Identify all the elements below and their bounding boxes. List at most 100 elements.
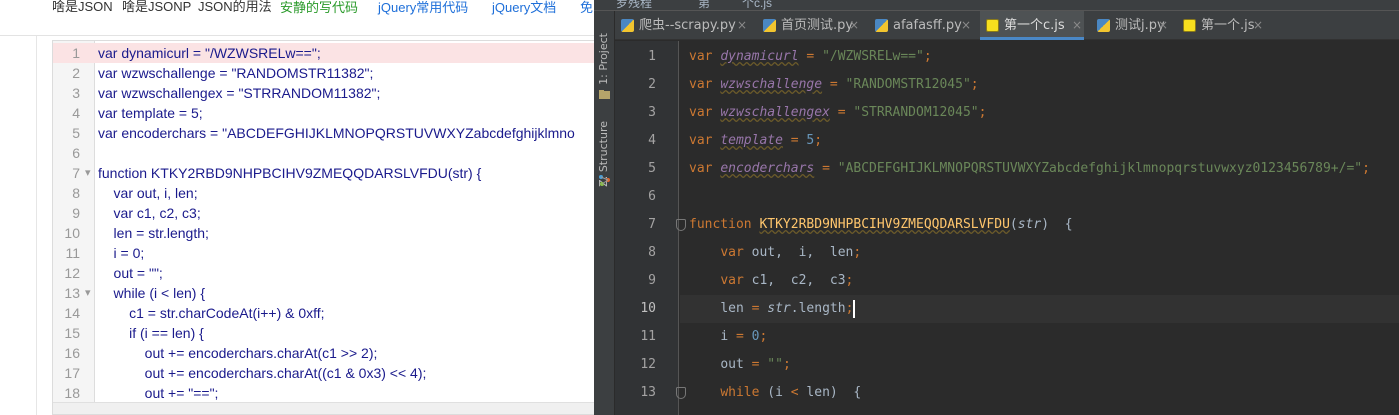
- web-code-line: 12 out = "";: [53, 263, 594, 283]
- web-code-line: 17 out += encoderchars.charAt((c1 & 0x3)…: [53, 363, 594, 383]
- code-token: KTKY2RBD9NHPBCIHV9ZMEQQDARSLVFDU: [759, 217, 1010, 232]
- code-token: len) {: [806, 385, 862, 400]
- nav-link-what-is-json[interactable]: 啥是JSON: [52, 0, 113, 14]
- code-token: "RANDOMSTR12045": [845, 77, 971, 92]
- code-token: (: [1009, 217, 1018, 232]
- editor-tab-label: 第一个.js: [1201, 18, 1255, 33]
- web-code-line: 16 out += encoderchars.charAt(c1 >> 2);: [53, 343, 594, 363]
- code-token: dynamicurl: [720, 49, 799, 64]
- code-token: c1, c2, c3: [751, 273, 846, 288]
- close-tab-icon[interactable]: ×: [961, 11, 971, 40]
- code-token: "STRRANDOM12045": [853, 105, 979, 120]
- close-tab-icon[interactable]: ×: [737, 11, 747, 40]
- code-token: ;: [814, 133, 823, 148]
- close-tab-icon[interactable]: ×: [1072, 11, 1082, 40]
- fold-marker-icon[interactable]: [676, 387, 686, 399]
- web-line-code: var dynamicurl = "/WZWSRELw==";: [98, 45, 321, 61]
- editor-tab[interactable]: 爬虫--scrapy.py ×: [615, 11, 749, 40]
- web-code-line: 11 i = 0;: [53, 243, 594, 263]
- ide-code-line: var c1, c2, c3;: [680, 267, 1399, 295]
- editor-tab-label: afafasff.py: [893, 18, 962, 33]
- nav-link-cut-off[interactable]: 免: [580, 1, 593, 15]
- web-line-number: 12: [64, 265, 80, 281]
- code-token: while: [720, 385, 760, 400]
- ide-line-number: 9: [648, 273, 656, 288]
- web-line-code: while (i < len) {: [98, 285, 205, 301]
- web-line-code: len = str.length;: [98, 225, 209, 241]
- web-editor-hscrollbar[interactable]: [53, 402, 594, 414]
- web-line-code: i = 0;: [98, 245, 145, 261]
- breadcrumb-part: 个c.js: [742, 0, 773, 10]
- web-line-number: 9: [72, 205, 80, 221]
- ide-line-number: 2: [648, 77, 656, 92]
- nav-link-json-usage[interactable]: JSON的用法: [198, 0, 272, 14]
- web-line-number: 7: [72, 165, 80, 181]
- web-code-line: 1 var dynamicurl = "/WZWSRELw==";: [53, 43, 594, 63]
- ide-window: 罗残程 第 个c.js 1: Project Z: Structure 爬虫--…: [594, 0, 1399, 415]
- web-line-code: var out, i, len;: [98, 185, 198, 201]
- editor-tab[interactable]: afafasff.py ×: [869, 11, 973, 40]
- python-file-icon: [875, 19, 888, 32]
- code-token: wzwschallenge: [720, 77, 823, 92]
- folder-icon: [599, 90, 610, 99]
- code-token: "": [767, 357, 783, 372]
- code-token: =: [790, 133, 799, 148]
- web-line-number: 13: [64, 285, 80, 301]
- close-tab-icon[interactable]: ×: [849, 11, 859, 40]
- web-code-line: 4 var template = 5;: [53, 103, 594, 123]
- nav-link-quiet-coding[interactable]: 安静的写代码: [280, 1, 358, 15]
- web-line-code: out = "";: [98, 265, 163, 281]
- web-line-number: 4: [72, 105, 80, 121]
- editor-tab[interactable]: 第一个.js ×: [1177, 11, 1265, 40]
- ide-line-number: 12: [640, 357, 656, 372]
- editor-tab[interactable]: 测试j.py ×: [1091, 11, 1170, 40]
- nav-link-jquery-docs[interactable]: jQuery文档: [492, 1, 556, 15]
- web-line-number: 1: [72, 45, 80, 61]
- web-code-line: 3 var wzwschallengex = "STRRANDOM11382";: [53, 83, 594, 103]
- breadcrumb-part: 罗残程: [616, 0, 653, 10]
- ide-code-line: var encoderchars = "ABCDEFGHIJKLMNOPQRST…: [680, 155, 1399, 183]
- javascript-file-icon: [1183, 19, 1196, 32]
- ide-code-line: function KTKY2RBD9NHPBCIHV9ZMEQQDARSLVFD…: [680, 211, 1399, 239]
- ide-code-area[interactable]: var dynamicurl = "/WZWSRELw=="; var wzwsc…: [680, 41, 1399, 415]
- web-code-editor[interactable]: 1 var dynamicurl = "/WZWSRELw=="; 2 var wzw…: [52, 40, 594, 415]
- editor-tab-label: 爬虫--scrapy.py: [639, 18, 736, 33]
- ide-code-line: var wzwschallenge = "RANDOMSTR12045";: [680, 71, 1399, 99]
- code-token: out: [720, 357, 744, 372]
- editor-tab[interactable]: 第一个c.js ×: [980, 11, 1084, 40]
- nav-link-jquery-snippets[interactable]: jQuery常用代码: [378, 1, 468, 15]
- code-token: =: [822, 161, 830, 176]
- ide-breadcrumb-strip: 罗残程 第 个c.js: [594, 0, 1399, 11]
- ide-line-number: 11: [640, 329, 656, 344]
- close-tab-icon[interactable]: ×: [1158, 11, 1168, 40]
- code-token: var: [720, 273, 744, 288]
- web-line-code: if (i == len) {: [98, 325, 204, 341]
- editor-tab[interactable]: 首页测试.py ×: [757, 11, 861, 40]
- fold-arrow-icon[interactable]: ▾: [85, 283, 91, 303]
- breadcrumb-part: 第: [698, 0, 711, 10]
- code-token: ;: [978, 105, 987, 120]
- code-token: <: [790, 385, 799, 400]
- python-file-icon: [1097, 19, 1110, 32]
- nav-link-what-is-jsonp[interactable]: 啥是JSONP: [122, 0, 191, 14]
- python-file-icon: [763, 19, 776, 32]
- web-line-code: var wzwschallengex = "STRRANDOM11382";: [98, 85, 381, 101]
- ide-code-line: len = str.length;: [680, 295, 1399, 323]
- web-line-number: 11: [65, 245, 80, 261]
- web-line-number: 18: [64, 385, 80, 401]
- close-tab-icon[interactable]: ×: [1253, 11, 1263, 40]
- code-token: .length: [790, 301, 846, 316]
- web-line-number: 10: [64, 225, 80, 241]
- ide-code-line: var template = 5;: [680, 127, 1399, 155]
- project-tool-tab[interactable]: 1: Project: [597, 33, 610, 85]
- code-token: ;: [853, 245, 862, 260]
- fold-arrow-icon[interactable]: ▾: [85, 163, 91, 183]
- code-token: wzwschallengex: [720, 105, 830, 120]
- code-token: ;: [970, 77, 979, 92]
- fold-marker-icon[interactable]: [676, 219, 686, 231]
- web-line-code: var template = 5;: [98, 105, 203, 121]
- web-code-line: 10 len = str.length;: [53, 223, 594, 243]
- ide-code-line: var wzwschallengex = "STRRANDOM12045";: [680, 99, 1399, 127]
- ide-line-number: 10: [640, 301, 656, 316]
- page-divider: [36, 36, 37, 415]
